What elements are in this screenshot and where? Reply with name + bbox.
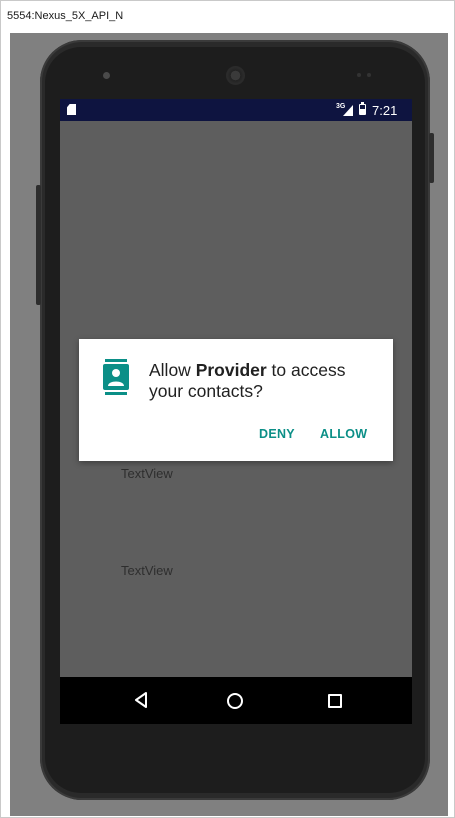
front-camera — [103, 72, 110, 79]
network-type: 3G — [336, 103, 346, 110]
dialog-message: Allow Provider to access your contacts? — [149, 360, 381, 402]
navigation-bar — [60, 677, 412, 724]
dialog-message-prefix: Allow — [149, 360, 196, 380]
deny-button[interactable]: DENY — [259, 427, 295, 441]
status-bar: 3G 7:21 — [60, 99, 412, 121]
battery-icon — [359, 102, 366, 115]
contacts-icon — [103, 359, 129, 395]
earpiece-speaker — [226, 66, 245, 85]
dialog-app-name: Provider — [195, 360, 267, 380]
status-clock: 7:21 — [372, 103, 398, 118]
recents-icon[interactable] — [328, 694, 342, 708]
light-sensor — [367, 73, 371, 77]
home-icon[interactable] — [227, 693, 243, 709]
textview-2: TextView — [121, 563, 173, 578]
sd-card-icon — [67, 104, 76, 115]
window-titlebar[interactable]: 5554:Nexus_5X_API_N — [1, 1, 453, 31]
textview-1: TextView — [121, 466, 173, 481]
back-icon[interactable] — [134, 692, 148, 708]
proximity-sensor — [357, 73, 361, 77]
allow-button[interactable]: ALLOW — [320, 427, 367, 441]
volume-button[interactable] — [36, 185, 41, 305]
device-screen: 3G 7:21 TextView TextView Allow Provider… — [60, 99, 412, 724]
permission-dialog: Allow Provider to access your contacts? … — [79, 339, 393, 461]
power-button[interactable] — [429, 133, 434, 183]
window-title: 5554:Nexus_5X_API_N — [7, 10, 124, 22]
